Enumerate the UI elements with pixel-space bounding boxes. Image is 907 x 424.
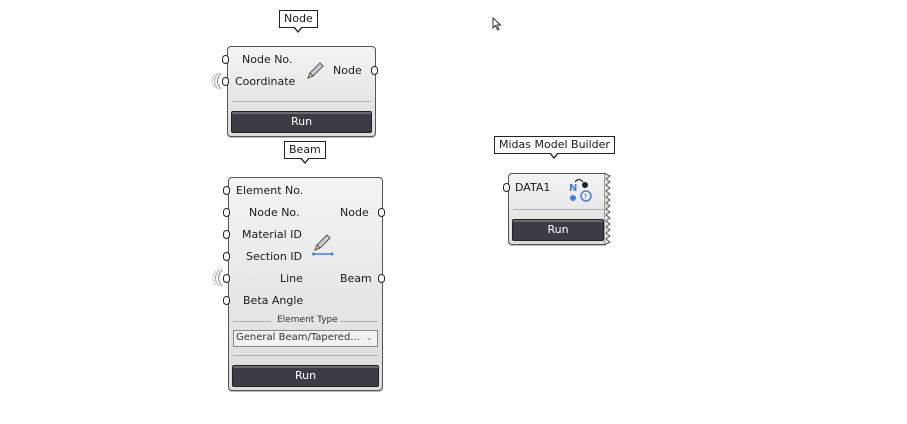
node-input-node-no: Node No. (242, 53, 293, 66)
beam-input-beta-angle: Beta Angle (243, 294, 304, 307)
builder-run-button[interactable]: Run (512, 219, 604, 241)
beam-input-grip-section-id[interactable] (223, 252, 230, 261)
beam-run-button[interactable]: Run (232, 365, 379, 387)
node-separator (232, 101, 371, 102)
chevron-down-icon: ⌄ (365, 333, 373, 343)
beam-input-node-no: Node No. (249, 206, 300, 219)
beam-input-section-id: Section ID (246, 250, 303, 263)
builder-run-label: Run (547, 223, 569, 236)
beam-input-grip-node-no[interactable] (223, 208, 230, 217)
beam-input-grip-element-no[interactable] (223, 186, 230, 195)
node-input-grip-node-no[interactable] (222, 55, 229, 64)
svg-text:N: N (569, 183, 577, 194)
element-type-rule-left (233, 321, 271, 322)
builder-zigzag-edge-icon (604, 173, 611, 245)
beam-component-tag: Beam (284, 141, 326, 164)
beam-tag-label: Beam (289, 143, 321, 156)
beam-output-grip-node[interactable] (378, 208, 385, 217)
beam-line-wire-icon (212, 269, 223, 287)
beam-input-grip-beta-angle[interactable] (223, 296, 230, 305)
pencil-icon (304, 60, 326, 86)
beam-separator (233, 355, 378, 356)
beam-input-material-id: Material ID (242, 228, 302, 241)
beam-output-node: Node (340, 206, 369, 219)
node-tag-label: Node (284, 12, 313, 25)
beam-component[interactable]: Element No. Node No. Material ID Section… (228, 177, 383, 391)
node-output-grip-node[interactable] (371, 66, 378, 75)
beam-input-grip-material-id[interactable] (223, 230, 230, 239)
beam-input-line: Line (280, 272, 303, 285)
node-run-button[interactable]: Run (231, 111, 372, 133)
node-output-node: Node (333, 64, 362, 77)
builder-tag-label: Midas Model Builder (499, 138, 610, 151)
element-type-dropdown[interactable]: General Beam/Tapered... ⌄ (233, 330, 378, 347)
element-type-rule-right (340, 321, 378, 322)
element-type-group-label: Element Type (277, 315, 338, 325)
node-component-tag: Node (279, 10, 318, 33)
node-run-label: Run (290, 115, 313, 128)
builder-component[interactable]: DATA1 N ? Run (508, 173, 606, 245)
svg-text:?: ? (584, 193, 588, 201)
node-graph-icon: N ? (567, 177, 595, 207)
builder-separator (513, 209, 606, 210)
node-component[interactable]: Node No. Coordinate Node Run (227, 46, 376, 137)
beam-output-grip-beam[interactable] (378, 274, 385, 283)
mouse-cursor-icon (492, 17, 502, 31)
builder-component-tag: Midas Model Builder (494, 136, 615, 159)
beam-input-element-no: Element No. (236, 184, 304, 197)
pencil-line-icon (311, 233, 335, 261)
node-input-coordinate: Coordinate (235, 75, 296, 88)
beam-output-beam: Beam (340, 272, 372, 285)
beam-run-label: Run (294, 369, 317, 382)
builder-input-grip-data1[interactable] (503, 183, 510, 192)
node-coordinate-wire-icon (211, 72, 222, 90)
builder-input-data1: DATA1 (515, 181, 551, 194)
element-type-value: General Beam/Tapered... (236, 332, 360, 343)
